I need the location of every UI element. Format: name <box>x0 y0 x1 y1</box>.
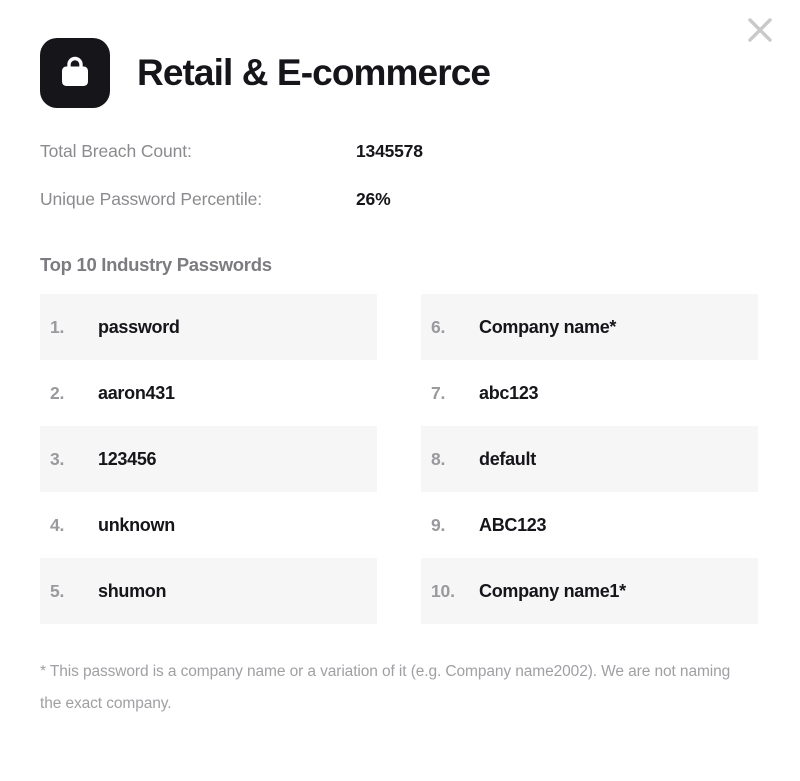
rank-label: 9. <box>431 514 446 535</box>
stat-label: Unique Password Percentile: <box>40 189 262 209</box>
list-item: 6. Company name* <box>421 294 758 360</box>
password-label: abc123 <box>479 382 539 403</box>
password-label: shumon <box>98 580 167 601</box>
password-grid: 1. password 2. aaron431 3. 123456 4. unk… <box>40 294 758 624</box>
rank-label: 2. <box>50 382 65 403</box>
list-item: 1. password <box>40 294 377 360</box>
industry-detail-modal: Retail & E-commerce Total Breach Count: … <box>0 0 800 781</box>
list-item: 7. abc123 <box>421 360 758 426</box>
modal-header: Retail & E-commerce <box>0 0 800 108</box>
password-column-right: 6. Company name* 7. abc123 8. default 9.… <box>421 294 758 624</box>
stat-row-breach-count: Total Breach Count: 1345578 <box>40 141 800 189</box>
rank-label: 4. <box>50 514 65 535</box>
list-item: 4. unknown <box>40 492 377 558</box>
rank-label: 3. <box>50 448 65 469</box>
stat-value: 26% <box>356 189 391 209</box>
stats-list: Total Breach Count: 1345578 Unique Passw… <box>0 141 800 237</box>
list-item: 9. ABC123 <box>421 492 758 558</box>
password-label: 123456 <box>98 448 157 469</box>
stat-value: 1345578 <box>356 141 423 161</box>
password-label: ABC123 <box>479 514 547 535</box>
stat-label: Total Breach Count: <box>40 141 192 161</box>
password-label: aaron431 <box>98 382 175 403</box>
shopping-bag-icon <box>40 38 110 108</box>
password-label: Company name1* <box>479 580 626 601</box>
list-item: 2. aaron431 <box>40 360 377 426</box>
section-title-top-passwords: Top 10 Industry Passwords <box>40 254 272 275</box>
rank-label: 6. <box>431 316 446 337</box>
close-button[interactable] <box>738 8 782 52</box>
rank-label: 8. <box>431 448 446 469</box>
close-icon <box>745 15 775 45</box>
list-item: 8. default <box>421 426 758 492</box>
rank-label: 10. <box>431 580 455 601</box>
rank-label: 1. <box>50 316 65 337</box>
stat-row-unique-password-percentile: Unique Password Percentile: 26% <box>40 189 800 237</box>
list-item: 3. 123456 <box>40 426 377 492</box>
rank-label: 7. <box>431 382 446 403</box>
list-item: 10. Company name1* <box>421 558 758 624</box>
password-label: unknown <box>98 514 175 535</box>
password-label: default <box>479 448 536 469</box>
password-column-left: 1. password 2. aaron431 3. 123456 4. unk… <box>40 294 377 624</box>
password-label: password <box>98 316 180 337</box>
footnote: * This password is a company name or a v… <box>40 663 731 712</box>
rank-label: 5. <box>50 580 65 601</box>
page-title: Retail & E-commerce <box>137 52 491 93</box>
password-label: Company name* <box>479 316 617 337</box>
list-item: 5. shumon <box>40 558 377 624</box>
